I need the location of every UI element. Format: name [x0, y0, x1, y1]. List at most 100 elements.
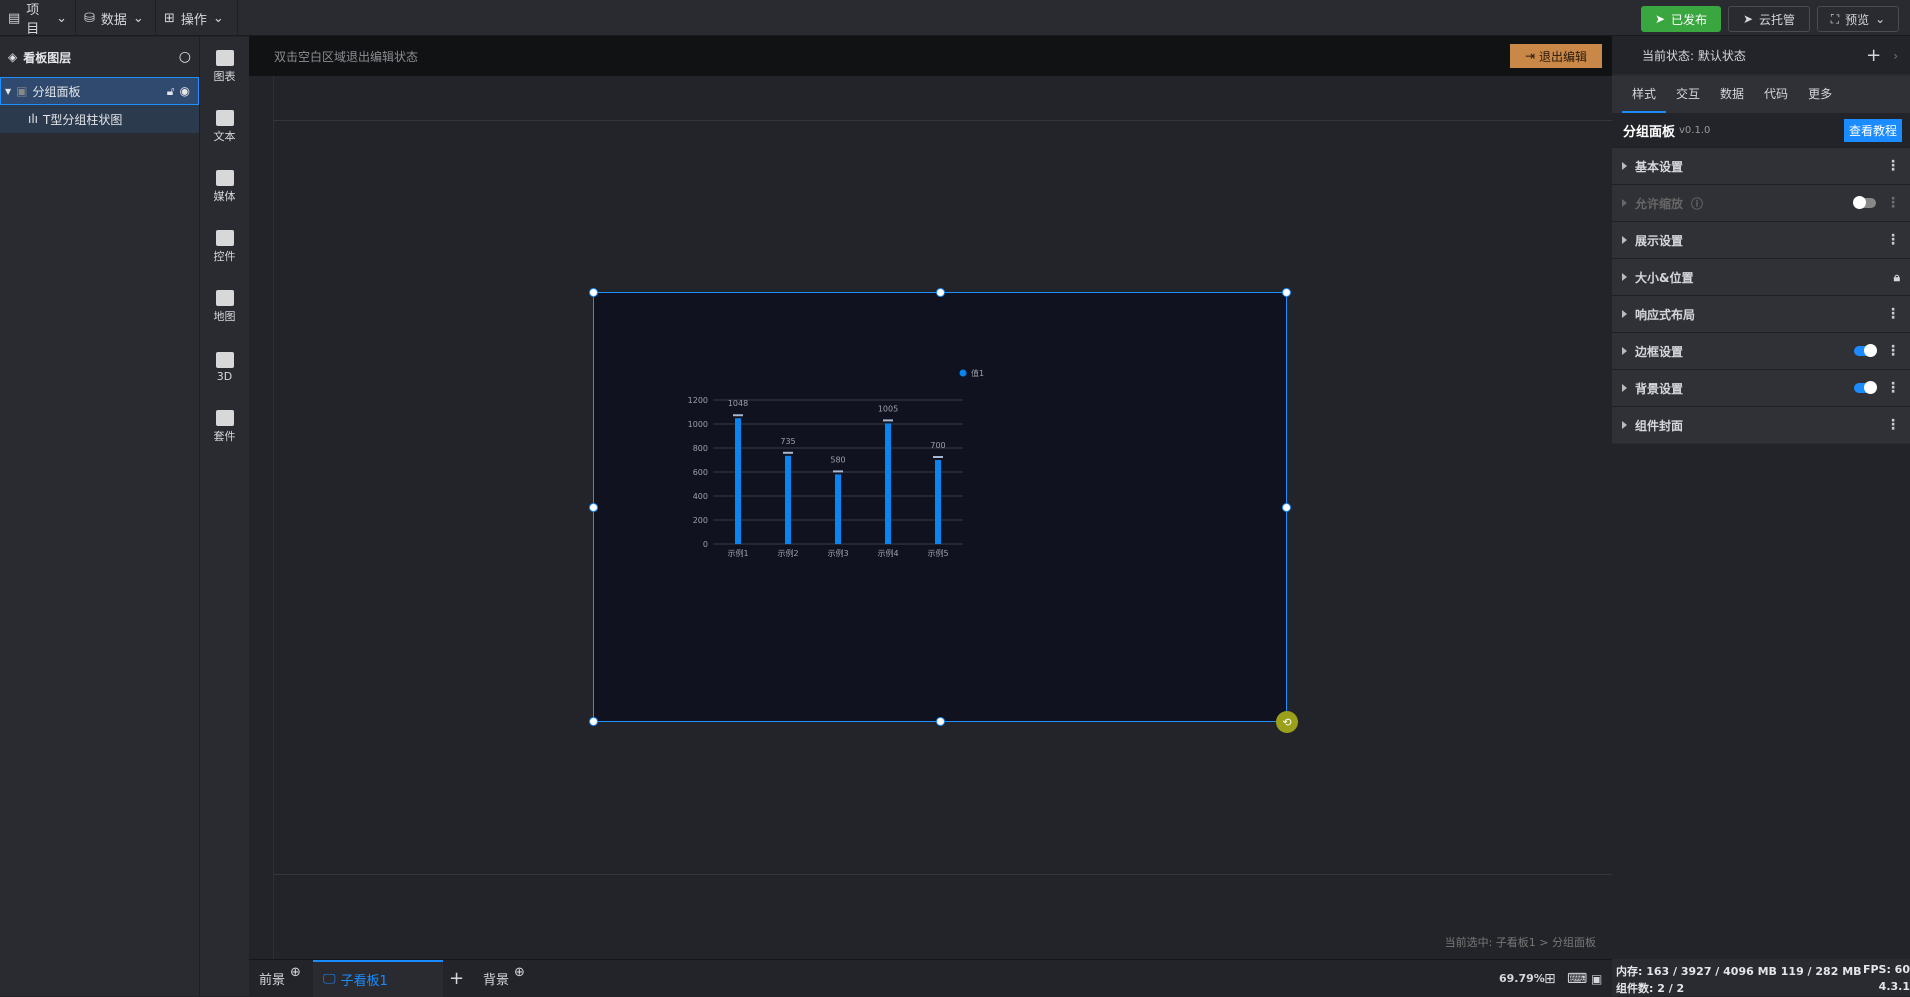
resize-handle[interactable] — [589, 288, 598, 297]
bar-chart-icon: ılı — [28, 112, 39, 126]
component-3d[interactable]: 3D — [200, 337, 249, 397]
send-icon: ➤ — [1654, 12, 1666, 26]
fit-screen-icon[interactable]: ⊞ — [1544, 960, 1556, 997]
cube-icon — [215, 351, 234, 368]
setting-row[interactable]: 响应式布局 ⋮ — [1612, 295, 1910, 332]
setting-row[interactable]: 组件封面 ⋮ — [1612, 406, 1910, 443]
add-board-icon[interactable]: + — [449, 960, 464, 997]
resize-handle[interactable] — [1282, 503, 1291, 512]
resize-handle[interactable] — [1282, 288, 1291, 297]
layers-icon: ◈ — [8, 50, 18, 64]
component-map[interactable]: 地图 — [200, 277, 249, 337]
cloud-host-button[interactable]: ➤ 云托管 — [1728, 6, 1810, 32]
setting-row[interactable]: 背景设置 ⋮ — [1612, 369, 1910, 406]
map-icon — [215, 290, 234, 306]
chevron-down-icon: ⌄ — [132, 10, 144, 26]
exit-edit-button[interactable]: ⇥ 退出编辑 — [1510, 44, 1602, 68]
caret-right-icon — [1622, 162, 1627, 170]
tab-foreground[interactable]: 前景 ⊕ — [259, 960, 301, 997]
setting-row[interactable]: 大小&位置 🔒︎ — [1612, 258, 1910, 295]
component-header: 分组面板 v0.1.0 查看教程 — [1612, 113, 1910, 147]
tab-subboard-1[interactable]: 🖵︎ 子看板1 — [313, 960, 443, 997]
bar-cap — [833, 470, 843, 473]
crown-icon — [215, 110, 234, 126]
more-icon[interactable]: ⋮ — [1886, 343, 1900, 359]
shirt-icon — [215, 410, 234, 426]
bar — [885, 423, 891, 544]
bar — [785, 455, 791, 544]
add-circle-icon[interactable]: ⊕ — [290, 965, 301, 980]
status-bar: 内存: 163 / 3927 / 4096 MB 119 / 282 MB FP… — [1612, 959, 1910, 996]
exit-icon: ⇥ — [1524, 49, 1536, 63]
toggle-switch[interactable] — [1854, 381, 1877, 394]
terminal-icon[interactable]: ▣ — [1591, 960, 1602, 997]
caret-right-icon — [1622, 310, 1627, 318]
keyboard-icon[interactable]: ⌨ — [1567, 960, 1587, 997]
toggle-switch[interactable] — [1853, 196, 1876, 209]
top-bar: ▤ 项目 ⌄ ⛁ 数据 ⌄ ⊞ 操作 ⌄ ➤ 已发布 ➤ 云托管 ⛶ 预览 ⌄ — [0, 0, 1910, 37]
legend-label: 值1 — [971, 368, 984, 378]
component-control[interactable]: 控件 — [200, 217, 249, 277]
add-state-icon[interactable]: + — [1866, 45, 1881, 66]
bar-chart: 0 200 400 600 800 1000 1200 1048 示例1 735 示例2 580 示例3… — [688, 368, 984, 558]
form-icon — [215, 230, 234, 246]
tab-3[interactable]: 代码 — [1754, 76, 1798, 113]
component-media[interactable]: 媒体 — [200, 157, 249, 217]
tab-4[interactable]: 更多 — [1798, 76, 1842, 113]
x-tick-label: 示例5 — [927, 548, 948, 558]
preview-button[interactable]: ⛶ 预览 ⌄ — [1817, 6, 1899, 32]
monitor-icon: 🖵︎ — [323, 972, 336, 987]
chevron-down-icon: ⌄ — [1875, 12, 1886, 26]
zoom-level[interactable]: 69.79% — [1499, 960, 1545, 997]
toggle-switch[interactable] — [1854, 344, 1877, 357]
menu-operate[interactable]: ⊞ 操作 ⌄ — [156, 0, 238, 36]
bar — [835, 474, 841, 544]
x-tick-label: 示例1 — [727, 548, 748, 558]
component-kit[interactable]: 套件 — [200, 397, 249, 457]
more-icon[interactable]: ⋮ — [1886, 195, 1900, 211]
add-circle-icon[interactable]: ⊕ — [514, 965, 525, 980]
caret-right-icon — [1622, 273, 1627, 281]
chevron-right-icon[interactable]: › — [1893, 49, 1898, 63]
caret-right-icon — [1622, 199, 1627, 207]
tutorial-button[interactable]: 查看教程 — [1843, 118, 1902, 142]
resize-handle[interactable] — [589, 717, 598, 726]
component-text[interactable]: 文本 — [200, 97, 249, 157]
lock-icon[interactable]: 🔒︎ — [1894, 270, 1900, 285]
layer-item-group-panel[interactable]: ▼ ▣ 分组面板 🔓︎ ◉ — [0, 77, 199, 105]
setting-row[interactable]: 基本设置 ⋮ — [1612, 147, 1910, 184]
y-tick-label: 200 — [693, 516, 708, 525]
more-icon[interactable]: ⋮ — [1886, 306, 1900, 322]
layer-item-bar-chart[interactable]: ılı T型分组柱状图 — [0, 105, 199, 133]
rotate-handle-icon[interactable]: ⟲ — [1276, 711, 1298, 733]
x-tick-label: 示例3 — [827, 548, 848, 558]
y-tick-label: 1000 — [688, 420, 708, 429]
setting-row[interactable]: 展示设置 ⋮ — [1612, 221, 1910, 258]
setting-row[interactable]: 允许缩放 ⓘ ⋮ — [1612, 184, 1910, 221]
caret-down-icon: ▼ — [5, 86, 12, 96]
setting-row[interactable]: 边框设置 ⋮ — [1612, 332, 1910, 369]
tab-0[interactable]: 样式 — [1622, 76, 1667, 113]
more-icon[interactable]: ⋮ — [1886, 417, 1900, 433]
state-bar: 当前状态: 默认状态 + › — [1612, 37, 1910, 74]
search-icon[interactable]: ○ — [179, 49, 191, 65]
resize-handle[interactable] — [936, 288, 945, 297]
menu-project[interactable]: ▤ 项目 ⌄ — [0, 0, 76, 37]
more-icon[interactable]: ⋮ — [1886, 232, 1900, 248]
menu-data[interactable]: ⛁ 数据 ⌄ — [76, 0, 156, 36]
resize-handle[interactable] — [936, 717, 945, 726]
tab-2[interactable]: 数据 — [1710, 76, 1754, 113]
tab-background[interactable]: 背景 ⊕ — [483, 960, 525, 997]
component-chart[interactable]: 图表 — [200, 37, 249, 97]
guide-line — [274, 874, 1612, 875]
bar-cap — [933, 456, 943, 458]
tab-1[interactable]: 交互 — [1666, 76, 1710, 113]
publish-button[interactable]: ➤ 已发布 — [1641, 6, 1721, 32]
resize-handle[interactable] — [589, 503, 598, 512]
caret-right-icon — [1622, 236, 1627, 244]
more-icon[interactable]: ⋮ — [1886, 380, 1900, 396]
more-icon[interactable]: ⋮ — [1886, 158, 1900, 174]
unlock-icon[interactable]: 🔓︎ — [167, 84, 175, 99]
eye-icon[interactable]: ◉ — [180, 84, 190, 98]
bar — [735, 418, 741, 544]
